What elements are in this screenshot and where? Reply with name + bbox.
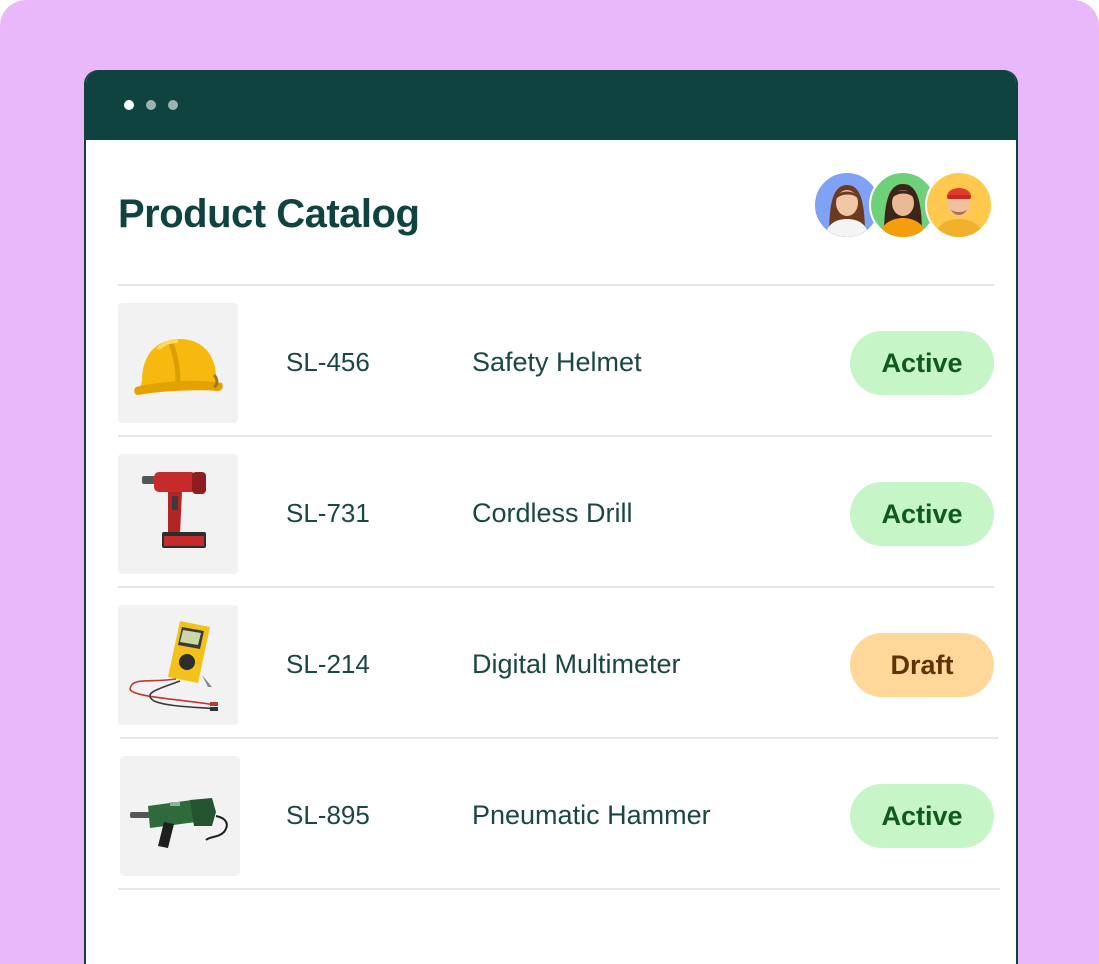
status-badge[interactable]: Active — [850, 482, 994, 546]
header-divider — [118, 284, 994, 286]
avatar-man-beanie-icon — [935, 188, 983, 237]
product-name[interactable]: Cordless Drill — [472, 498, 633, 529]
product-sku: SL-895 — [286, 800, 370, 830]
window-dot-icon[interactable] — [168, 100, 178, 110]
product-sku: SL-456 — [286, 347, 370, 377]
product-name[interactable]: Pneumatic Hammer — [472, 800, 711, 831]
product-name[interactable]: Digital Multimeter — [472, 649, 681, 680]
product-sku: SL-214 — [286, 649, 370, 679]
product-thumbnail — [118, 605, 238, 725]
row-divider — [118, 586, 994, 588]
app-window: Product Catalog SL-456 Safety Helmet Act… — [84, 70, 1018, 964]
product-thumbnail — [120, 756, 240, 876]
multimeter-image-icon — [129, 621, 218, 711]
window-dot-icon[interactable] — [124, 100, 134, 110]
status-badge[interactable]: Active — [850, 331, 994, 395]
page-title: Product Catalog — [118, 192, 420, 236]
product-name[interactable]: Safety Helmet — [472, 347, 642, 378]
product-sku: SL-731 — [286, 498, 370, 528]
page-backdrop: Product Catalog SL-456 Safety Helmet Act… — [0, 0, 1099, 964]
window-titlebar — [86, 70, 1016, 140]
drill-image-icon — [142, 472, 206, 548]
row-divider — [118, 435, 992, 437]
helmet-image-icon — [134, 339, 223, 395]
collaborator-avatars[interactable] — [813, 171, 993, 243]
hammer-drill-image-icon — [130, 798, 228, 848]
table-row[interactable]: SL-895 Pneumatic Hammer Active — [118, 756, 994, 876]
status-badge[interactable]: Active — [850, 784, 994, 848]
table-row[interactable]: SL-456 Safety Helmet Active — [118, 303, 994, 423]
row-divider — [118, 888, 1000, 890]
row-divider — [120, 737, 998, 739]
status-badge[interactable]: Draft — [850, 633, 994, 697]
avatar[interactable] — [925, 171, 993, 239]
product-thumbnail — [118, 303, 238, 423]
table-row[interactable]: SL-214 Digital Multimeter Draft — [118, 605, 994, 725]
window-dot-icon[interactable] — [146, 100, 156, 110]
table-row[interactable]: SL-731 Cordless Drill Active — [118, 454, 994, 574]
product-thumbnail — [118, 454, 238, 574]
